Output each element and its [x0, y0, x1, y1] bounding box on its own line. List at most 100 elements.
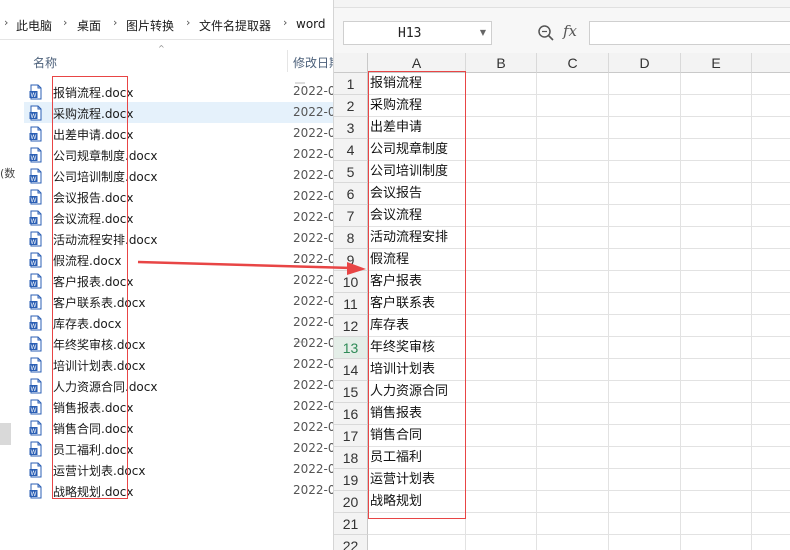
column-header-f[interactable] — [752, 53, 790, 73]
cell[interactable] — [752, 425, 790, 447]
cell[interactable] — [466, 161, 537, 183]
row-header[interactable]: 5 — [334, 161, 368, 183]
cell[interactable] — [537, 227, 609, 249]
cell[interactable] — [752, 359, 790, 381]
row-header[interactable]: 2 — [334, 95, 368, 117]
cell[interactable] — [537, 403, 609, 425]
cell[interactable] — [609, 425, 681, 447]
row-header[interactable]: 16 — [334, 403, 368, 425]
cell[interactable] — [681, 491, 752, 513]
cell[interactable] — [609, 73, 681, 95]
cell[interactable] — [681, 205, 752, 227]
row-header[interactable]: 13 — [334, 337, 368, 359]
breadcrumb-item-this-pc[interactable]: 此电脑 — [16, 17, 52, 34]
cell[interactable] — [609, 293, 681, 315]
formula-input[interactable] — [589, 21, 790, 45]
cell[interactable] — [752, 535, 790, 550]
cell[interactable] — [537, 447, 609, 469]
column-header-d[interactable]: D — [609, 53, 681, 73]
name-box[interactable]: H13 ▼ — [343, 21, 492, 45]
cell[interactable] — [466, 359, 537, 381]
row-header[interactable]: 20 — [334, 491, 368, 513]
cell[interactable] — [466, 381, 537, 403]
cell[interactable] — [752, 491, 790, 513]
cell[interactable] — [752, 117, 790, 139]
cell[interactable] — [609, 117, 681, 139]
cell[interactable] — [752, 161, 790, 183]
cell[interactable] — [752, 271, 790, 293]
cell[interactable] — [752, 293, 790, 315]
cell[interactable] — [537, 469, 609, 491]
breadcrumb-item-word[interactable]: word — [296, 17, 326, 31]
cell[interactable] — [609, 491, 681, 513]
row-header[interactable]: 9 — [334, 249, 368, 271]
chevron-right-icon[interactable]: › — [186, 16, 190, 29]
cell[interactable] — [466, 491, 537, 513]
chevron-right-icon[interactable]: › — [63, 16, 67, 29]
cell[interactable] — [681, 183, 752, 205]
cell[interactable] — [681, 381, 752, 403]
chevron-down-icon[interactable]: ▼ — [480, 28, 486, 37]
cell[interactable] — [681, 161, 752, 183]
cell[interactable] — [466, 73, 537, 95]
cell[interactable] — [681, 227, 752, 249]
cell[interactable] — [681, 249, 752, 271]
cell[interactable] — [466, 337, 537, 359]
cell[interactable] — [537, 271, 609, 293]
cell[interactable] — [752, 513, 790, 535]
cell[interactable] — [681, 95, 752, 117]
cell[interactable] — [537, 95, 609, 117]
cell[interactable] — [752, 381, 790, 403]
breadcrumb-item-image-convert[interactable]: 图片转换 — [126, 17, 174, 34]
cell[interactable] — [466, 117, 537, 139]
cell[interactable] — [466, 95, 537, 117]
cell[interactable] — [537, 183, 609, 205]
cell[interactable] — [681, 73, 752, 95]
cell[interactable] — [752, 469, 790, 491]
cell[interactable] — [466, 447, 537, 469]
cell[interactable] — [609, 139, 681, 161]
row-header[interactable]: 6 — [334, 183, 368, 205]
cell[interactable] — [681, 271, 752, 293]
cell[interactable] — [681, 117, 752, 139]
row-header[interactable]: 17 — [334, 425, 368, 447]
cell[interactable] — [537, 425, 609, 447]
row-header[interactable]: 22 — [334, 535, 368, 550]
cell[interactable] — [466, 183, 537, 205]
cell[interactable] — [609, 315, 681, 337]
cell[interactable] — [681, 293, 752, 315]
cell[interactable] — [609, 381, 681, 403]
cell[interactable] — [752, 227, 790, 249]
cell[interactable] — [466, 469, 537, 491]
cell[interactable] — [466, 535, 537, 550]
cell[interactable] — [681, 315, 752, 337]
cell[interactable] — [609, 535, 681, 550]
row-header[interactable]: 19 — [334, 469, 368, 491]
cell[interactable] — [609, 337, 681, 359]
cell[interactable] — [466, 403, 537, 425]
cell[interactable] — [681, 425, 752, 447]
row-header[interactable]: 21 — [334, 513, 368, 535]
cell[interactable] — [466, 271, 537, 293]
cell[interactable] — [609, 161, 681, 183]
row-header[interactable]: 1 — [334, 73, 368, 95]
cell[interactable] — [752, 337, 790, 359]
cell[interactable] — [537, 73, 609, 95]
cell[interactable] — [466, 205, 537, 227]
cell[interactable] — [609, 183, 681, 205]
function-icon[interactable]: fx — [563, 22, 577, 40]
cell[interactable] — [681, 447, 752, 469]
cell[interactable] — [681, 469, 752, 491]
cell[interactable] — [368, 535, 466, 550]
cell[interactable] — [537, 293, 609, 315]
cell[interactable] — [537, 337, 609, 359]
cell[interactable] — [609, 271, 681, 293]
cell[interactable] — [537, 359, 609, 381]
cell[interactable] — [466, 425, 537, 447]
cell[interactable] — [537, 381, 609, 403]
cell[interactable] — [466, 139, 537, 161]
cell[interactable] — [752, 447, 790, 469]
row-header[interactable]: 7 — [334, 205, 368, 227]
row-header[interactable]: 4 — [334, 139, 368, 161]
cell[interactable] — [681, 359, 752, 381]
